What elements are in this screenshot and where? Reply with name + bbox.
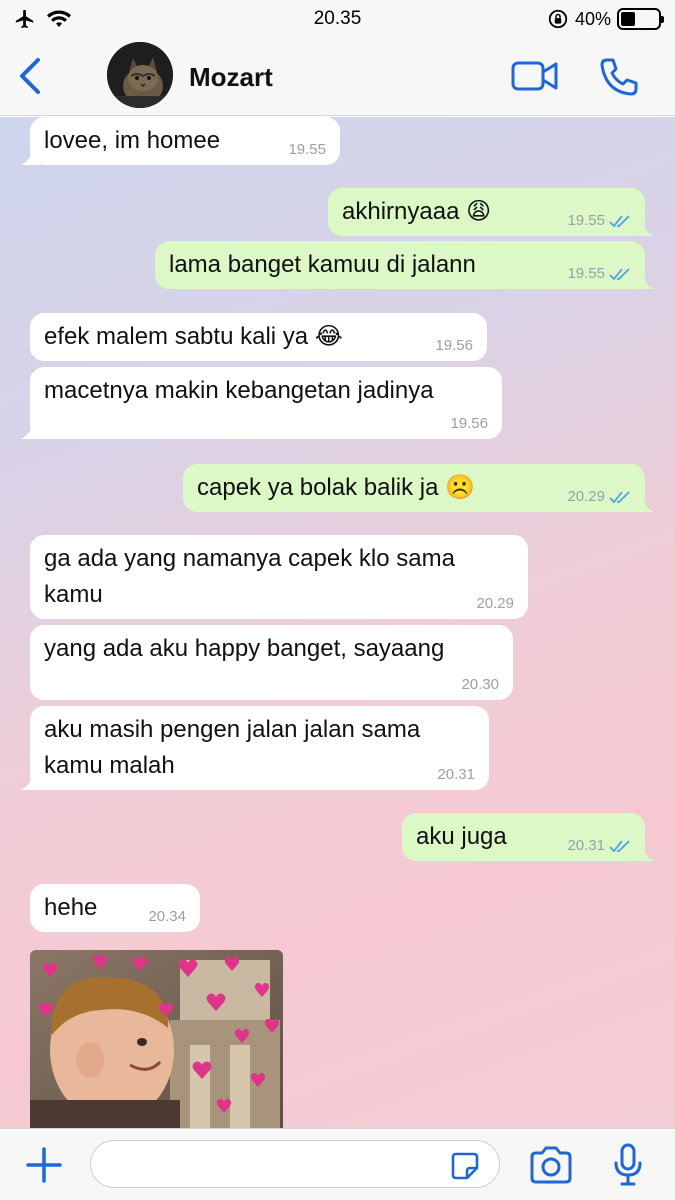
outgoing-message[interactable]: akhirnyaaa 😩 19.55 — [328, 188, 655, 236]
incoming-message[interactable]: lovee, im homee 19.55 — [20, 117, 340, 165]
status-bar: 20.35 40% — [0, 0, 675, 40]
contact-name[interactable]: Mozart — [189, 62, 273, 93]
message-meta: 20.29 — [567, 488, 631, 506]
incoming-message[interactable]: yang ada aku happy banget, sayaang 20.30 — [30, 625, 513, 700]
sticker-icon — [451, 1152, 479, 1180]
read-ticks-icon — [609, 840, 630, 853]
message-time: 19.55 — [567, 212, 605, 229]
message-text-line2: kamu malah — [44, 752, 175, 779]
bubble-tail — [635, 218, 655, 236]
camera-button[interactable] — [528, 1145, 574, 1185]
message-time-wrap: 20.31 — [437, 766, 475, 784]
outgoing-message[interactable]: capek ya bolak balik ja ☹️ 20.29 — [183, 464, 655, 512]
voice-call-button[interactable] — [598, 56, 640, 98]
message-time-wrap: 20.29 — [476, 595, 514, 613]
sticker-button[interactable] — [450, 1151, 480, 1181]
rotation-lock-icon — [548, 9, 568, 29]
read-ticks-icon — [609, 215, 630, 228]
message-time: 19.55 — [567, 265, 605, 282]
battery-percentage: 40% — [574, 8, 611, 29]
chat-header: Mozart — [0, 40, 675, 116]
message-meta: 19.55 — [567, 265, 631, 283]
message-time: 19.56 — [450, 415, 488, 432]
message-meta: 19.55 — [567, 212, 631, 230]
bubble-tail — [635, 494, 655, 512]
voice-message-button[interactable] — [612, 1143, 644, 1187]
camera-icon — [530, 1146, 572, 1184]
message-time: 19.55 — [288, 141, 326, 158]
message-time: 19.56 — [435, 337, 473, 354]
back-button[interactable] — [10, 54, 50, 98]
battery-icon — [617, 8, 664, 30]
chevron-left-icon — [20, 58, 40, 94]
message-text: ga ada yang namanya capek klo sama — [44, 545, 455, 572]
read-ticks-icon — [609, 268, 630, 281]
sticker-photo — [30, 950, 283, 1128]
bubble-tail — [635, 271, 655, 289]
message-time: 20.31 — [567, 837, 605, 854]
video-camera-icon — [511, 61, 558, 91]
message-time-wrap: 20.34 — [148, 908, 186, 926]
message-text: lovee, im homee — [44, 127, 221, 154]
incoming-message[interactable]: efek malem sabtu kali ya 😂 19.56 — [30, 313, 487, 361]
composer-bar — [0, 1128, 675, 1200]
incoming-message[interactable]: hehe 20.34 — [30, 884, 200, 932]
plus-icon — [26, 1147, 62, 1183]
message-text: efek malem sabtu kali ya 😂 — [44, 323, 343, 350]
message-time-wrap: 19.56 — [450, 415, 488, 433]
chat-messages[interactable]: lovee, im homee 19.55 akhirnyaaa 😩 19.55… — [0, 117, 675, 1128]
bubble-tail — [20, 772, 40, 790]
message-time-wrap: 19.56 — [435, 337, 473, 355]
message-text: lama banget kamuu di jalann — [169, 251, 476, 278]
message-text: yang ada aku happy banget, sayaang — [44, 635, 445, 662]
microphone-icon — [614, 1143, 642, 1186]
image-message[interactable] — [30, 950, 283, 1128]
message-time: 20.30 — [461, 676, 499, 693]
outgoing-message[interactable]: aku juga 20.31 — [402, 813, 655, 861]
message-time-wrap: 20.30 — [461, 676, 499, 694]
incoming-message[interactable]: aku masih pengen jalan jalan sama kamu m… — [20, 706, 489, 790]
incoming-message[interactable]: ga ada yang namanya capek klo sama kamu … — [30, 535, 528, 619]
bubble-tail — [20, 147, 40, 165]
battery-level — [621, 12, 636, 26]
outgoing-message[interactable]: lama banget kamuu di jalann 19.55 — [155, 241, 655, 289]
message-time: 20.34 — [148, 908, 186, 925]
incoming-message[interactable]: macetnya makin kebangetan jadinya 19.56 — [20, 367, 502, 439]
message-input[interactable] — [90, 1140, 500, 1188]
message-meta: 20.31 — [567, 837, 631, 855]
read-ticks-icon — [609, 491, 630, 504]
message-time: 20.29 — [567, 488, 605, 505]
message-text: aku masih pengen jalan jalan sama — [44, 716, 421, 743]
message-time: 20.31 — [437, 766, 475, 783]
message-time-wrap: 19.55 — [288, 141, 326, 159]
video-call-button[interactable] — [510, 58, 560, 94]
message-text: macetnya makin kebangetan jadinya — [44, 377, 434, 404]
contact-avatar[interactable] — [107, 42, 173, 108]
bubble-tail — [635, 843, 655, 861]
message-text-line2: kamu — [44, 581, 103, 608]
cat-photo — [107, 42, 173, 108]
message-time: 20.29 — [476, 595, 514, 612]
bubble-tail — [20, 421, 40, 439]
attach-button[interactable] — [24, 1145, 64, 1185]
phone-icon — [600, 58, 638, 96]
message-text: capek ya bolak balik ja ☹️ — [197, 474, 476, 501]
